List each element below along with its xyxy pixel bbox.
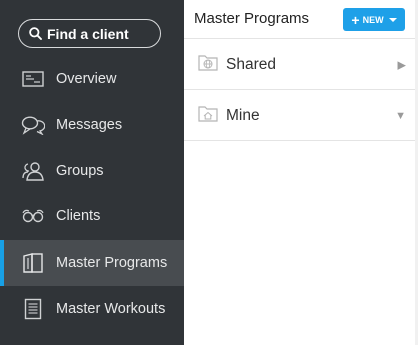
folder-label: Mine bbox=[226, 106, 260, 124]
panel-header: Master Programs + NEW bbox=[184, 0, 418, 39]
search-placeholder: Find a client bbox=[47, 25, 129, 42]
page-title: Master Programs bbox=[194, 10, 310, 27]
home-folder-icon bbox=[198, 105, 218, 127]
folder-row-shared[interactable]: Shared ▶ bbox=[184, 40, 418, 90]
sidebar-item-label: Master Workouts bbox=[56, 301, 166, 317]
sidebar-item-groups[interactable]: Groups bbox=[0, 149, 184, 193]
sidebar-item-label: Overview bbox=[56, 71, 117, 87]
new-button-label: NEW bbox=[362, 14, 384, 25]
sidebar-item-overview[interactable]: Overview bbox=[0, 57, 184, 101]
globe-folder-icon bbox=[198, 54, 218, 76]
caret-down-icon bbox=[388, 17, 397, 22]
sidebar-item-label: Groups bbox=[56, 163, 104, 179]
clients-icon bbox=[21, 205, 45, 227]
sidebar-item-label: Messages bbox=[56, 117, 123, 133]
book-icon bbox=[21, 252, 45, 274]
sidebar-item-master-workouts[interactable]: Master Workouts bbox=[0, 287, 184, 331]
messages-icon bbox=[21, 114, 45, 136]
groups-icon bbox=[21, 160, 45, 182]
sidebar-item-label: Master Programs bbox=[56, 255, 168, 271]
chevron-right-icon[interactable]: ▶ bbox=[398, 58, 406, 71]
client-search-input[interactable]: Find a client bbox=[18, 19, 161, 48]
folder-row-mine[interactable]: Mine ▼ bbox=[184, 91, 418, 141]
plus-icon: + bbox=[351, 11, 360, 28]
document-icon bbox=[21, 298, 45, 320]
new-button[interactable]: + NEW bbox=[343, 8, 405, 31]
chevron-down-icon[interactable]: ▼ bbox=[395, 110, 406, 122]
folder-label: Shared bbox=[226, 55, 276, 73]
search-icon bbox=[29, 27, 42, 40]
sidebar-item-label: Clients bbox=[56, 208, 101, 224]
sidebar-item-clients[interactable]: Clients bbox=[0, 194, 184, 238]
main-panel: Master Programs + NEW Shared ▶ Mine ▼ bbox=[184, 0, 418, 345]
overview-icon bbox=[21, 68, 45, 90]
sidebar: Find a client Overview Messages Groups C… bbox=[0, 0, 184, 345]
sidebar-item-master-programs[interactable]: Master Programs bbox=[0, 240, 184, 286]
sidebar-item-messages[interactable]: Messages bbox=[0, 103, 184, 147]
